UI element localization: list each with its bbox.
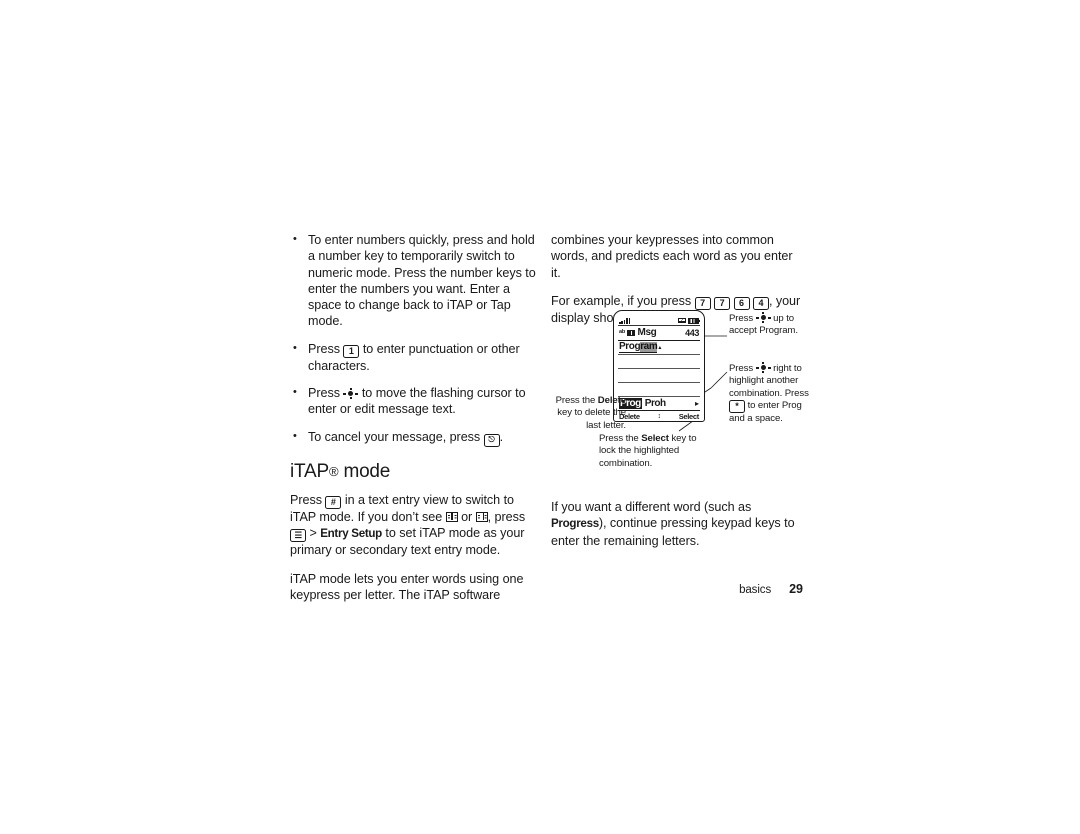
battery-icon	[688, 317, 701, 324]
list-item: To cancel your message, press ⎋.	[290, 428, 538, 447]
tips-bullet-list: To enter numbers quickly, press and hold…	[290, 231, 538, 447]
character-counter: 443	[685, 327, 699, 338]
heading-title: iTAP	[290, 460, 329, 482]
paragraph-different-word: If you want a different word (such as Pr…	[551, 499, 803, 549]
text-run: Press	[729, 313, 756, 324]
page-title: iTAP® mode	[290, 461, 538, 483]
bullet-text-after: .	[499, 429, 504, 444]
text-run: Press the	[599, 433, 642, 444]
text-run: , press	[487, 509, 526, 524]
key-1-icon: 1	[343, 344, 360, 358]
blank-text-line	[618, 355, 700, 369]
candidate-alternate: Proh	[644, 398, 666, 409]
entry-setup-label: Entry Setup	[320, 526, 382, 540]
text-run: or	[457, 509, 476, 524]
list-item: To enter numbers quickly, press and hold…	[290, 231, 538, 330]
heading-suffix: mode	[338, 460, 391, 482]
screen-header: ab Msg 443	[618, 326, 700, 341]
footer-page-number: 29	[789, 582, 803, 596]
page-footer: basics 29	[551, 580, 815, 598]
text-entry-line: Prog ram ▴	[618, 341, 700, 355]
power-key-icon: ⎋	[483, 433, 500, 447]
callout-highlight-another: Press right to highlight another combina…	[729, 362, 813, 426]
menu-key-icon: ☰	[290, 528, 306, 542]
phone-display-figure: ab Msg 443 Prog ram ▴ Prog Proh ▸ Delete…	[551, 300, 811, 490]
bullet-text-before: To cancel your message, press	[308, 429, 484, 444]
phone-outline: ab Msg 443 Prog ram ▴ Prog Proh ▸ Delete…	[613, 310, 705, 422]
paragraph-itap-description: iTAP mode lets you enter words using one…	[290, 571, 524, 602]
typed-prefix: Prog	[619, 340, 641, 354]
registered-mark: ®	[328, 463, 339, 479]
blank-text-line	[618, 383, 700, 397]
book-icon	[626, 329, 635, 337]
select-key-label: Select	[641, 433, 669, 444]
text-run: key to delete the last letter.	[557, 407, 626, 431]
closing-paragraph-block: If you want a different word (such as Pr…	[551, 499, 803, 561]
text-run: >	[306, 525, 321, 540]
signal-strength-icon	[619, 317, 631, 324]
progress-word-label: Progress	[551, 517, 599, 531]
mode-tag: ab	[619, 329, 626, 336]
envelope-icon	[678, 317, 686, 324]
left-column: To enter numbers quickly, press and hold…	[290, 231, 538, 615]
text-run: Press	[290, 492, 326, 507]
caret-icon: ▴	[658, 344, 662, 351]
key-star-icon: *	[729, 400, 745, 414]
text-run: Press	[729, 363, 756, 374]
bullet-text-before: Press	[308, 386, 344, 401]
predicted-suffix: ram	[640, 340, 658, 354]
delete-key-label: Delete	[597, 395, 626, 406]
status-bar	[618, 316, 701, 326]
bullet-text-before: Press	[308, 341, 344, 356]
paragraph-switch-to-itap: Press # in a text entry view to switch t…	[290, 492, 538, 559]
navigation-key-icon	[755, 312, 771, 323]
footer-section-label: basics	[739, 584, 772, 596]
phone-screen: ab Msg 443 Prog ram ▴ Prog Proh ▸ Delete…	[618, 316, 701, 420]
screen-title: Msg	[637, 327, 657, 338]
candidate-row: Prog Proh ▸	[618, 397, 700, 411]
navigation-key-icon	[755, 362, 771, 373]
blank-text-line	[618, 369, 700, 383]
book-icon	[445, 511, 458, 522]
soft-key-select: Select	[678, 411, 700, 421]
paragraph-combines-keypresses: combines your keypresses into common wor…	[551, 233, 793, 280]
callout-delete-key: Press the Delete key to delete the last …	[551, 395, 627, 432]
callout-select-key: Press the Select key to lock the highlig…	[599, 433, 709, 470]
navigation-key-icon	[343, 388, 359, 400]
text-run: If you want a different word (such as	[551, 500, 752, 514]
soft-key-bar: Delete ↕ Select	[618, 411, 700, 422]
more-candidates-arrow-icon: ▸	[694, 398, 699, 408]
manual-page: To enter numbers quickly, press and hold…	[0, 0, 1080, 834]
key-pound-icon: #	[325, 495, 342, 509]
list-item: Press to move the flashing cursor to ent…	[290, 384, 538, 418]
soft-key-center-icon: ↕	[657, 413, 661, 420]
list-item: Press 1 to enter punctuation or other ch…	[290, 340, 538, 374]
book-icon-2	[475, 511, 488, 522]
callout-accept-program: Press up to accept Program.	[729, 312, 815, 338]
text-run: Press the	[555, 395, 598, 406]
